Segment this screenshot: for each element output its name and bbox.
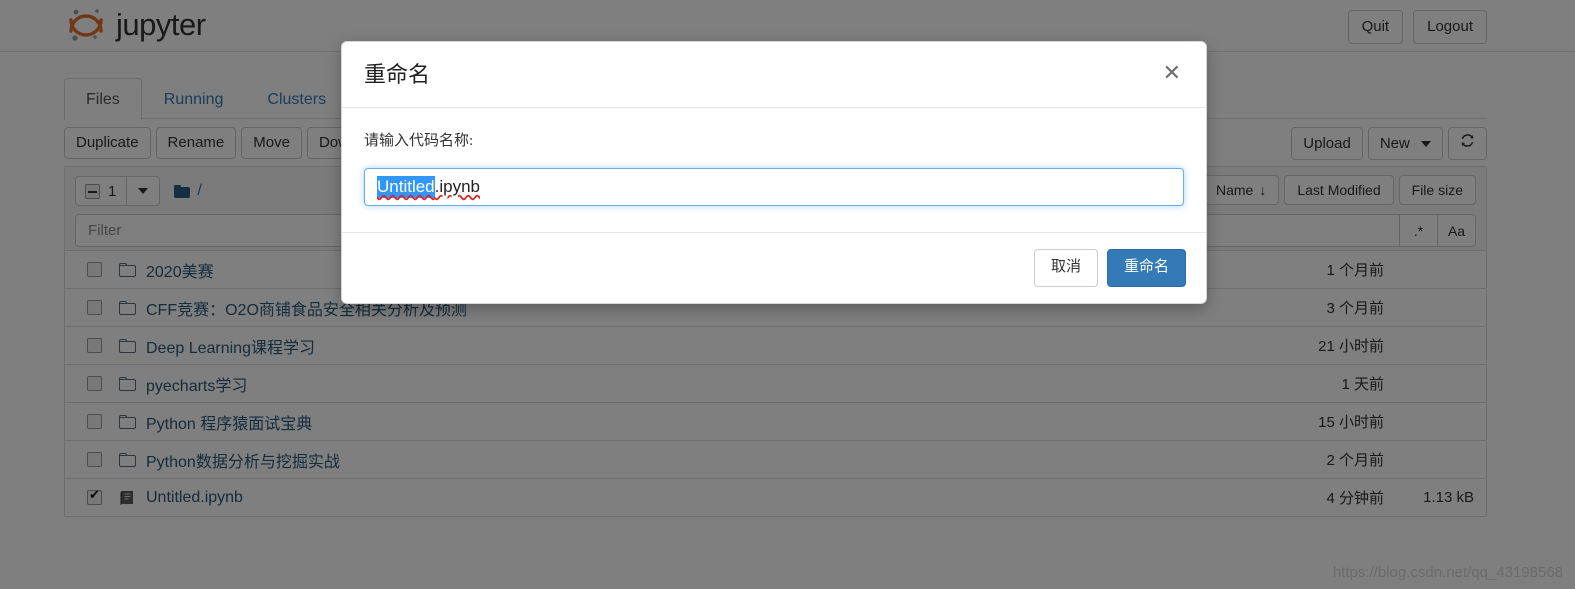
dialog-title: 重命名 [364,62,431,87]
dialog-footer: 取消 重命名 [342,232,1206,303]
new-name-selected-text: Untitled [377,176,435,199]
confirm-rename-button[interactable]: 重命名 [1106,249,1186,287]
rename-dialog: 重命名 ✕ 请输入代码名称: Untitled .ipynb 取消 重命名 [341,41,1207,304]
dialog-body: 请输入代码名称: Untitled .ipynb [342,108,1206,232]
new-name-extension-text: .ipynb [434,177,481,197]
dialog-header: 重命名 ✕ [342,42,1206,109]
cancel-button[interactable]: 取消 [1033,249,1098,287]
dialog-prompt-label: 请输入代码名称: [364,133,474,150]
new-name-input[interactable]: Untitled .ipynb [364,168,1184,207]
jupyter-file-browser-page: jupyter Quit Logout Files Running Cluste… [0,0,1575,589]
close-icon[interactable]: ✕ [1157,58,1187,88]
